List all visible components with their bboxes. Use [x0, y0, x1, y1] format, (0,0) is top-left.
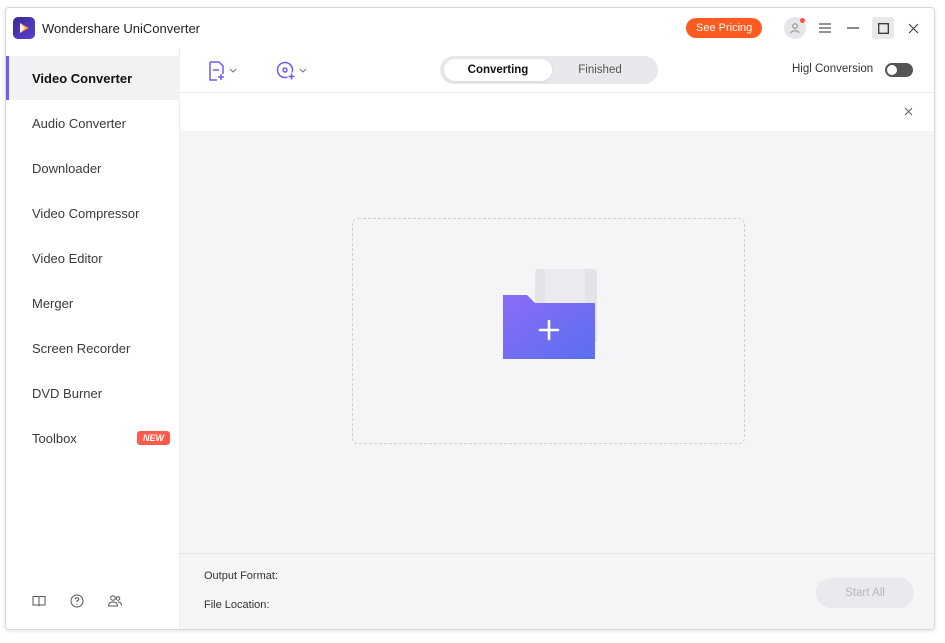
add-dvd-button[interactable]: [276, 60, 307, 82]
sidebar-item-dvd-burner[interactable]: DVD Burner: [6, 371, 180, 415]
sidebar-item-video-editor[interactable]: Video Editor: [6, 236, 180, 280]
sidebar-item-video-compressor[interactable]: Video Compressor: [6, 191, 180, 235]
add-folder-icon[interactable]: [499, 267, 599, 363]
app-logo-icon: [13, 17, 35, 39]
hamburger-menu-icon[interactable]: [814, 17, 836, 39]
sidebar-item-audio-converter[interactable]: Audio Converter: [6, 101, 180, 145]
tab-converting[interactable]: Converting: [444, 59, 552, 81]
toolbar: Converting Finished Higl Conversion: [180, 48, 934, 93]
book-icon[interactable]: [30, 592, 48, 610]
help-icon[interactable]: [68, 592, 86, 610]
community-icon[interactable]: [106, 592, 124, 610]
minimize-icon[interactable]: [842, 17, 864, 39]
close-icon[interactable]: [900, 103, 916, 119]
sidebar-item-label: Video Converter: [32, 70, 133, 86]
output-format-label: Output Format:: [204, 570, 278, 582]
sidebar-item-label: Audio Converter: [32, 115, 126, 131]
add-disc-icon: [276, 61, 296, 81]
sidebar-item-label: Merger: [32, 295, 74, 311]
tab-finished[interactable]: Finished: [546, 59, 654, 81]
sidebar: Video Converter Audio Converter Download…: [6, 48, 180, 629]
title-bar: Wondershare UniConverter See Pricing: [6, 8, 934, 48]
sidebar-footer: [6, 591, 180, 611]
maximize-icon[interactable]: [872, 17, 894, 39]
app-window: Wondershare UniConverter See Pricing Vid…: [5, 7, 935, 630]
bottom-bar: Output Format: File Location: Start All: [180, 553, 934, 629]
notification-dot: [800, 18, 805, 23]
add-file-icon: [209, 61, 224, 81]
file-location-label: File Location:: [204, 599, 270, 611]
high-speed-conversion-label: Higl Conversion: [792, 63, 874, 75]
sidebar-item-label: Downloader: [32, 160, 102, 176]
add-files-button[interactable]: [208, 60, 237, 82]
file-drop-zone[interactable]: [352, 218, 745, 444]
new-badge: NEW: [137, 431, 170, 445]
sidebar-item-label: Video Editor: [32, 250, 103, 266]
chevron-down-icon: [229, 68, 237, 73]
chevron-down-icon: [299, 68, 307, 73]
sidebar-item-video-converter[interactable]: Video Converter: [6, 56, 180, 100]
sidebar-item-downloader[interactable]: Downloader: [6, 146, 180, 190]
user-account-icon[interactable]: [784, 17, 806, 39]
sidebar-item-merger[interactable]: Merger: [6, 281, 180, 325]
high-speed-conversion-toggle[interactable]: [885, 63, 913, 77]
start-all-button[interactable]: Start All: [816, 578, 914, 608]
sidebar-item-toolbox[interactable]: Toolbox NEW: [6, 416, 180, 460]
app-title: Wondershare UniConverter: [42, 20, 200, 36]
close-window-icon[interactable]: [902, 17, 924, 39]
sidebar-item-label: Video Compressor: [32, 205, 140, 221]
sidebar-item-label: Toolbox: [32, 430, 77, 446]
see-pricing-button[interactable]: See Pricing: [686, 18, 763, 38]
sidebar-item-screen-recorder[interactable]: Screen Recorder: [6, 326, 180, 370]
converting-finished-tabs: Converting Finished: [440, 56, 658, 84]
sidebar-item-label: Screen Recorder: [32, 340, 131, 356]
sidebar-item-label: DVD Burner: [32, 385, 103, 401]
notification-strip: [180, 93, 934, 131]
